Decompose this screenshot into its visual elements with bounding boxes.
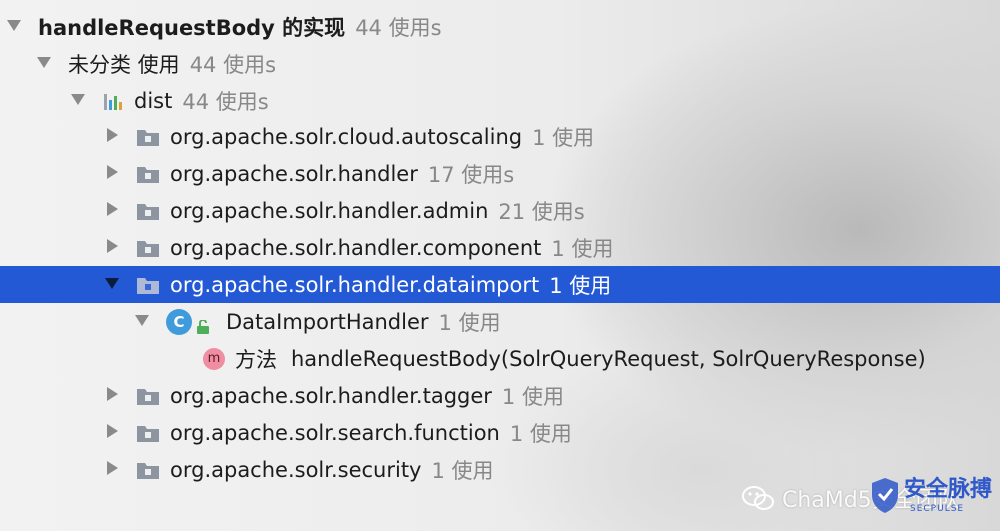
package-label: org.apache.solr.security <box>170 457 422 482</box>
tree-package[interactable]: org.apache.solr.handler 17 使用s <box>0 155 1000 192</box>
triangle-right-icon[interactable] <box>104 238 124 258</box>
tree-package[interactable]: org.apache.solr.search.function 1 使用 <box>0 414 1000 451</box>
triangle-down-icon[interactable] <box>36 54 56 74</box>
tree-module[interactable]: dist 44 使用s <box>0 82 1000 119</box>
class-count: 1 使用 <box>438 310 501 335</box>
triangle-down-icon[interactable] <box>6 17 26 37</box>
watermark-brand-sub: SECPULSE <box>910 504 965 514</box>
tree-root[interactable]: handleRequestBody 的实现 44 使用s <box>0 8 1000 45</box>
tree-package[interactable]: org.apache.solr.handler.admin 21 使用s <box>0 192 1000 229</box>
tree-class[interactable]: C DataImportHandler 1 使用 <box>0 303 1000 340</box>
triangle-right-icon[interactable] <box>104 386 124 406</box>
package-count: 1 使用 <box>549 273 612 298</box>
package-folder-icon <box>136 422 160 444</box>
watermark: ChaMd5安全团队 安全脉搏 SECPULSE <box>742 472 997 524</box>
module-label: dist <box>134 88 173 113</box>
class-label: DataImportHandler <box>226 309 429 334</box>
method-icon: m <box>203 347 225 370</box>
class-icon: C <box>166 308 192 335</box>
package-label: org.apache.solr.cloud.autoscaling <box>170 124 523 149</box>
package-label: org.apache.solr.handler <box>170 161 418 186</box>
package-folder-icon <box>136 126 160 148</box>
method-signature: handleRequestBody(SolrQueryRequest, Solr… <box>291 346 926 371</box>
triangle-right-icon[interactable] <box>104 164 124 184</box>
root-label: handleRequestBody 的实现 <box>38 15 346 40</box>
tree-package[interactable]: org.apache.solr.cloud.autoscaling 1 使用 <box>0 118 1000 155</box>
root-count: 44 使用s <box>355 15 442 40</box>
triangle-right-icon[interactable] <box>104 127 124 147</box>
method-kind-label: 方法 <box>235 347 277 372</box>
wechat-icon <box>742 484 774 512</box>
module-bars-icon <box>102 90 124 112</box>
package-count: 1 使用 <box>501 384 564 409</box>
triangle-right-icon[interactable] <box>104 423 124 443</box>
tree-method[interactable]: m 方法 handleRequestBody(SolrQueryRequest,… <box>0 340 1000 377</box>
triangle-right-icon[interactable] <box>104 460 124 480</box>
package-count: 1 使用 <box>532 125 595 150</box>
module-count: 44 使用s <box>182 89 269 114</box>
tree-package-selected[interactable]: org.apache.solr.handler.dataimport 1 使用 <box>0 266 1000 303</box>
shield-logo-icon <box>870 476 900 514</box>
package-folder-icon <box>136 163 160 185</box>
package-count: 21 使用s <box>498 199 585 224</box>
package-folder-icon <box>136 274 160 296</box>
package-label: org.apache.solr.handler.component <box>170 235 542 260</box>
package-count: 1 使用 <box>431 458 494 483</box>
package-count: 1 使用 <box>509 421 572 446</box>
category-count: 44 使用s <box>189 52 277 77</box>
package-folder-icon <box>136 459 160 481</box>
package-label: org.apache.solr.search.function <box>170 420 500 445</box>
package-folder-icon <box>136 385 160 407</box>
tree-package[interactable]: org.apache.solr.handler.tagger 1 使用 <box>0 377 1000 414</box>
package-folder-icon <box>136 200 160 222</box>
package-label: org.apache.solr.handler.admin <box>170 198 489 223</box>
lock-open-icon <box>196 315 210 334</box>
tree-category[interactable]: 未分类 使用 44 使用s <box>0 45 1000 82</box>
category-label: 未分类 使用 <box>68 52 180 77</box>
triangle-down-icon[interactable] <box>134 312 154 332</box>
package-label: org.apache.solr.handler.dataimport <box>170 272 540 297</box>
tree-package[interactable]: org.apache.solr.handler.component 1 使用 <box>0 229 1000 266</box>
watermark-brand: 安全脉搏 <box>904 477 993 502</box>
triangle-down-icon[interactable] <box>70 91 90 111</box>
triangle-right-icon[interactable] <box>104 201 124 221</box>
usages-tree: handleRequestBody 的实现 44 使用s 未分类 使用 44 使… <box>0 0 1000 531</box>
triangle-down-icon[interactable] <box>104 275 124 295</box>
package-count: 17 使用s <box>427 162 515 187</box>
package-count: 1 使用 <box>551 236 614 261</box>
package-folder-icon <box>136 237 160 259</box>
package-label: org.apache.solr.handler.tagger <box>170 383 492 408</box>
